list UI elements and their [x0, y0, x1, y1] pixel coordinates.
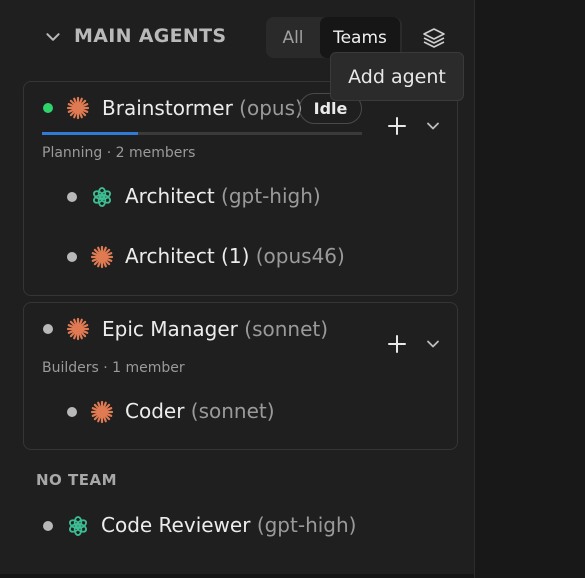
collapse-chevron-icon[interactable] [44, 28, 62, 46]
add-agent-tooltip: Add agent [330, 52, 464, 101]
status-dot [43, 324, 53, 334]
agent-model: (opus) [239, 96, 303, 120]
member-architect-1[interactable]: Architect (1) (opus46) [125, 244, 345, 268]
status-dot [67, 407, 77, 417]
team-lead-brainstormer[interactable]: Brainstormer (opus) [102, 96, 303, 120]
expand-chevron-icon[interactable] [425, 336, 441, 352]
no-team-heading: NO TEAM [36, 471, 118, 489]
status-dot [43, 521, 53, 531]
section-title: MAIN AGENTS [74, 25, 227, 47]
agent-model: (sonnet) [190, 399, 275, 423]
agent-name: Brainstormer [102, 96, 233, 120]
progress-fill [42, 132, 138, 135]
team-lead-epic-manager[interactable]: Epic Manager (sonnet) [102, 317, 328, 341]
layers-icon[interactable] [420, 24, 448, 52]
filter-all-button[interactable]: All [266, 17, 320, 58]
status-dot [43, 103, 53, 113]
team-subtitle: Planning · 2 members [42, 145, 196, 161]
team-subtitle: Builders · 1 member [42, 360, 185, 376]
agent-name: Architect [125, 184, 215, 208]
right-pane [474, 0, 585, 578]
agent-code-reviewer[interactable]: Code Reviewer (gpt-high) [101, 513, 356, 537]
member-architect[interactable]: Architect (gpt-high) [125, 184, 321, 208]
add-member-button[interactable] [386, 333, 408, 355]
agent-name: Code Reviewer [101, 513, 251, 537]
openai-icon [90, 185, 114, 209]
status-dot [67, 192, 77, 202]
openai-icon [66, 514, 90, 538]
add-member-button[interactable] [386, 115, 408, 137]
claude-icon [90, 400, 114, 424]
agent-name: Epic Manager [102, 317, 238, 341]
agent-model: (sonnet) [244, 317, 329, 341]
progress-bar [42, 132, 362, 135]
agent-name: Coder [125, 399, 185, 423]
claude-icon [90, 245, 114, 269]
agent-name: Architect (1) [125, 244, 250, 268]
expand-chevron-icon[interactable] [425, 118, 441, 134]
agent-model: (gpt-high) [256, 513, 357, 537]
agent-model: (opus46) [255, 244, 345, 268]
member-coder[interactable]: Coder (sonnet) [125, 399, 275, 423]
claude-icon [66, 317, 90, 341]
status-dot [67, 252, 77, 262]
bottom-edge [0, 574, 474, 578]
claude-icon [66, 96, 90, 120]
agent-model: (gpt-high) [221, 184, 321, 208]
